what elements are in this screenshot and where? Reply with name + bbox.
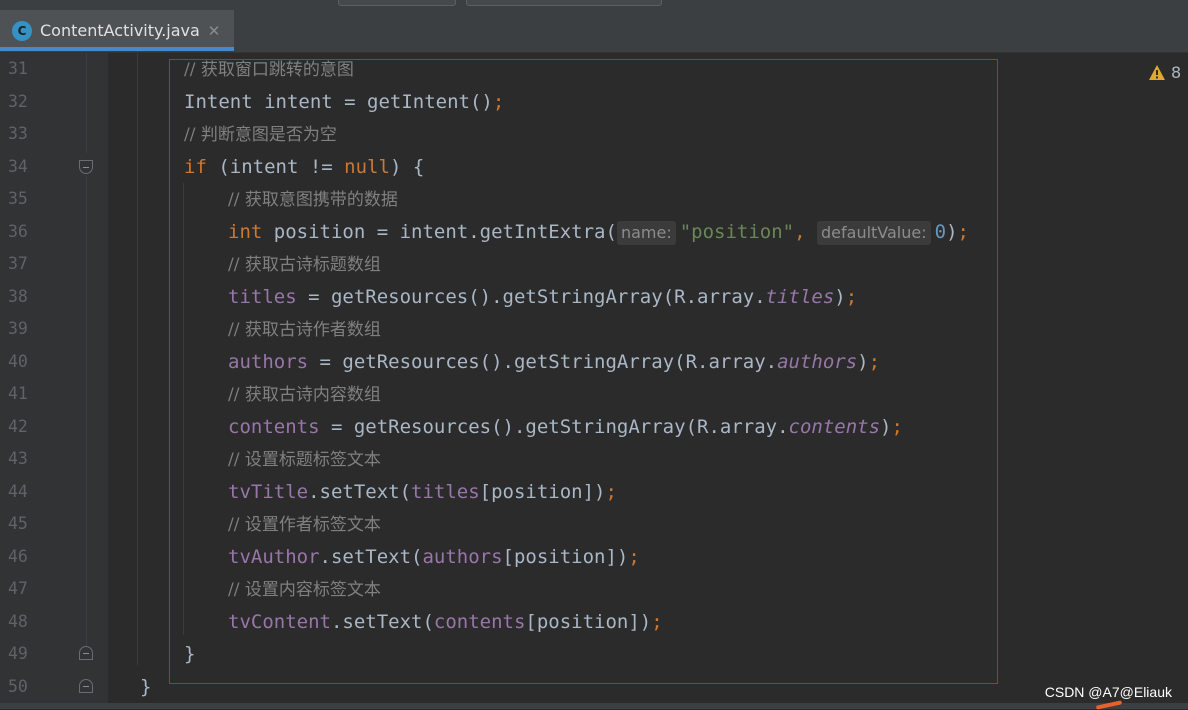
code-brace: } xyxy=(140,675,152,698)
editor-tab-bar: C ContentActivity.java ✕ xyxy=(0,0,1188,53)
tab-title: ContentActivity.java xyxy=(40,21,200,40)
horizontal-scrollbar[interactable] xyxy=(0,703,1188,709)
highlight-box xyxy=(169,59,998,684)
warning-icon xyxy=(1149,64,1165,80)
watermark: CSDN @A7@Eliauk xyxy=(1044,684,1172,700)
close-icon[interactable]: ✕ xyxy=(208,22,221,40)
tab-content-activity[interactable]: C ContentActivity.java ✕ xyxy=(0,10,234,51)
warning-count: 8 xyxy=(1171,63,1182,82)
code-line-50: } xyxy=(140,671,151,704)
java-class-icon: C xyxy=(12,20,32,41)
inspection-widget[interactable]: 8 xyxy=(1148,63,1181,82)
active-tab-indicator xyxy=(0,47,234,51)
toolbar-control[interactable] xyxy=(338,0,456,6)
toolbar-control[interactable] xyxy=(466,0,662,6)
